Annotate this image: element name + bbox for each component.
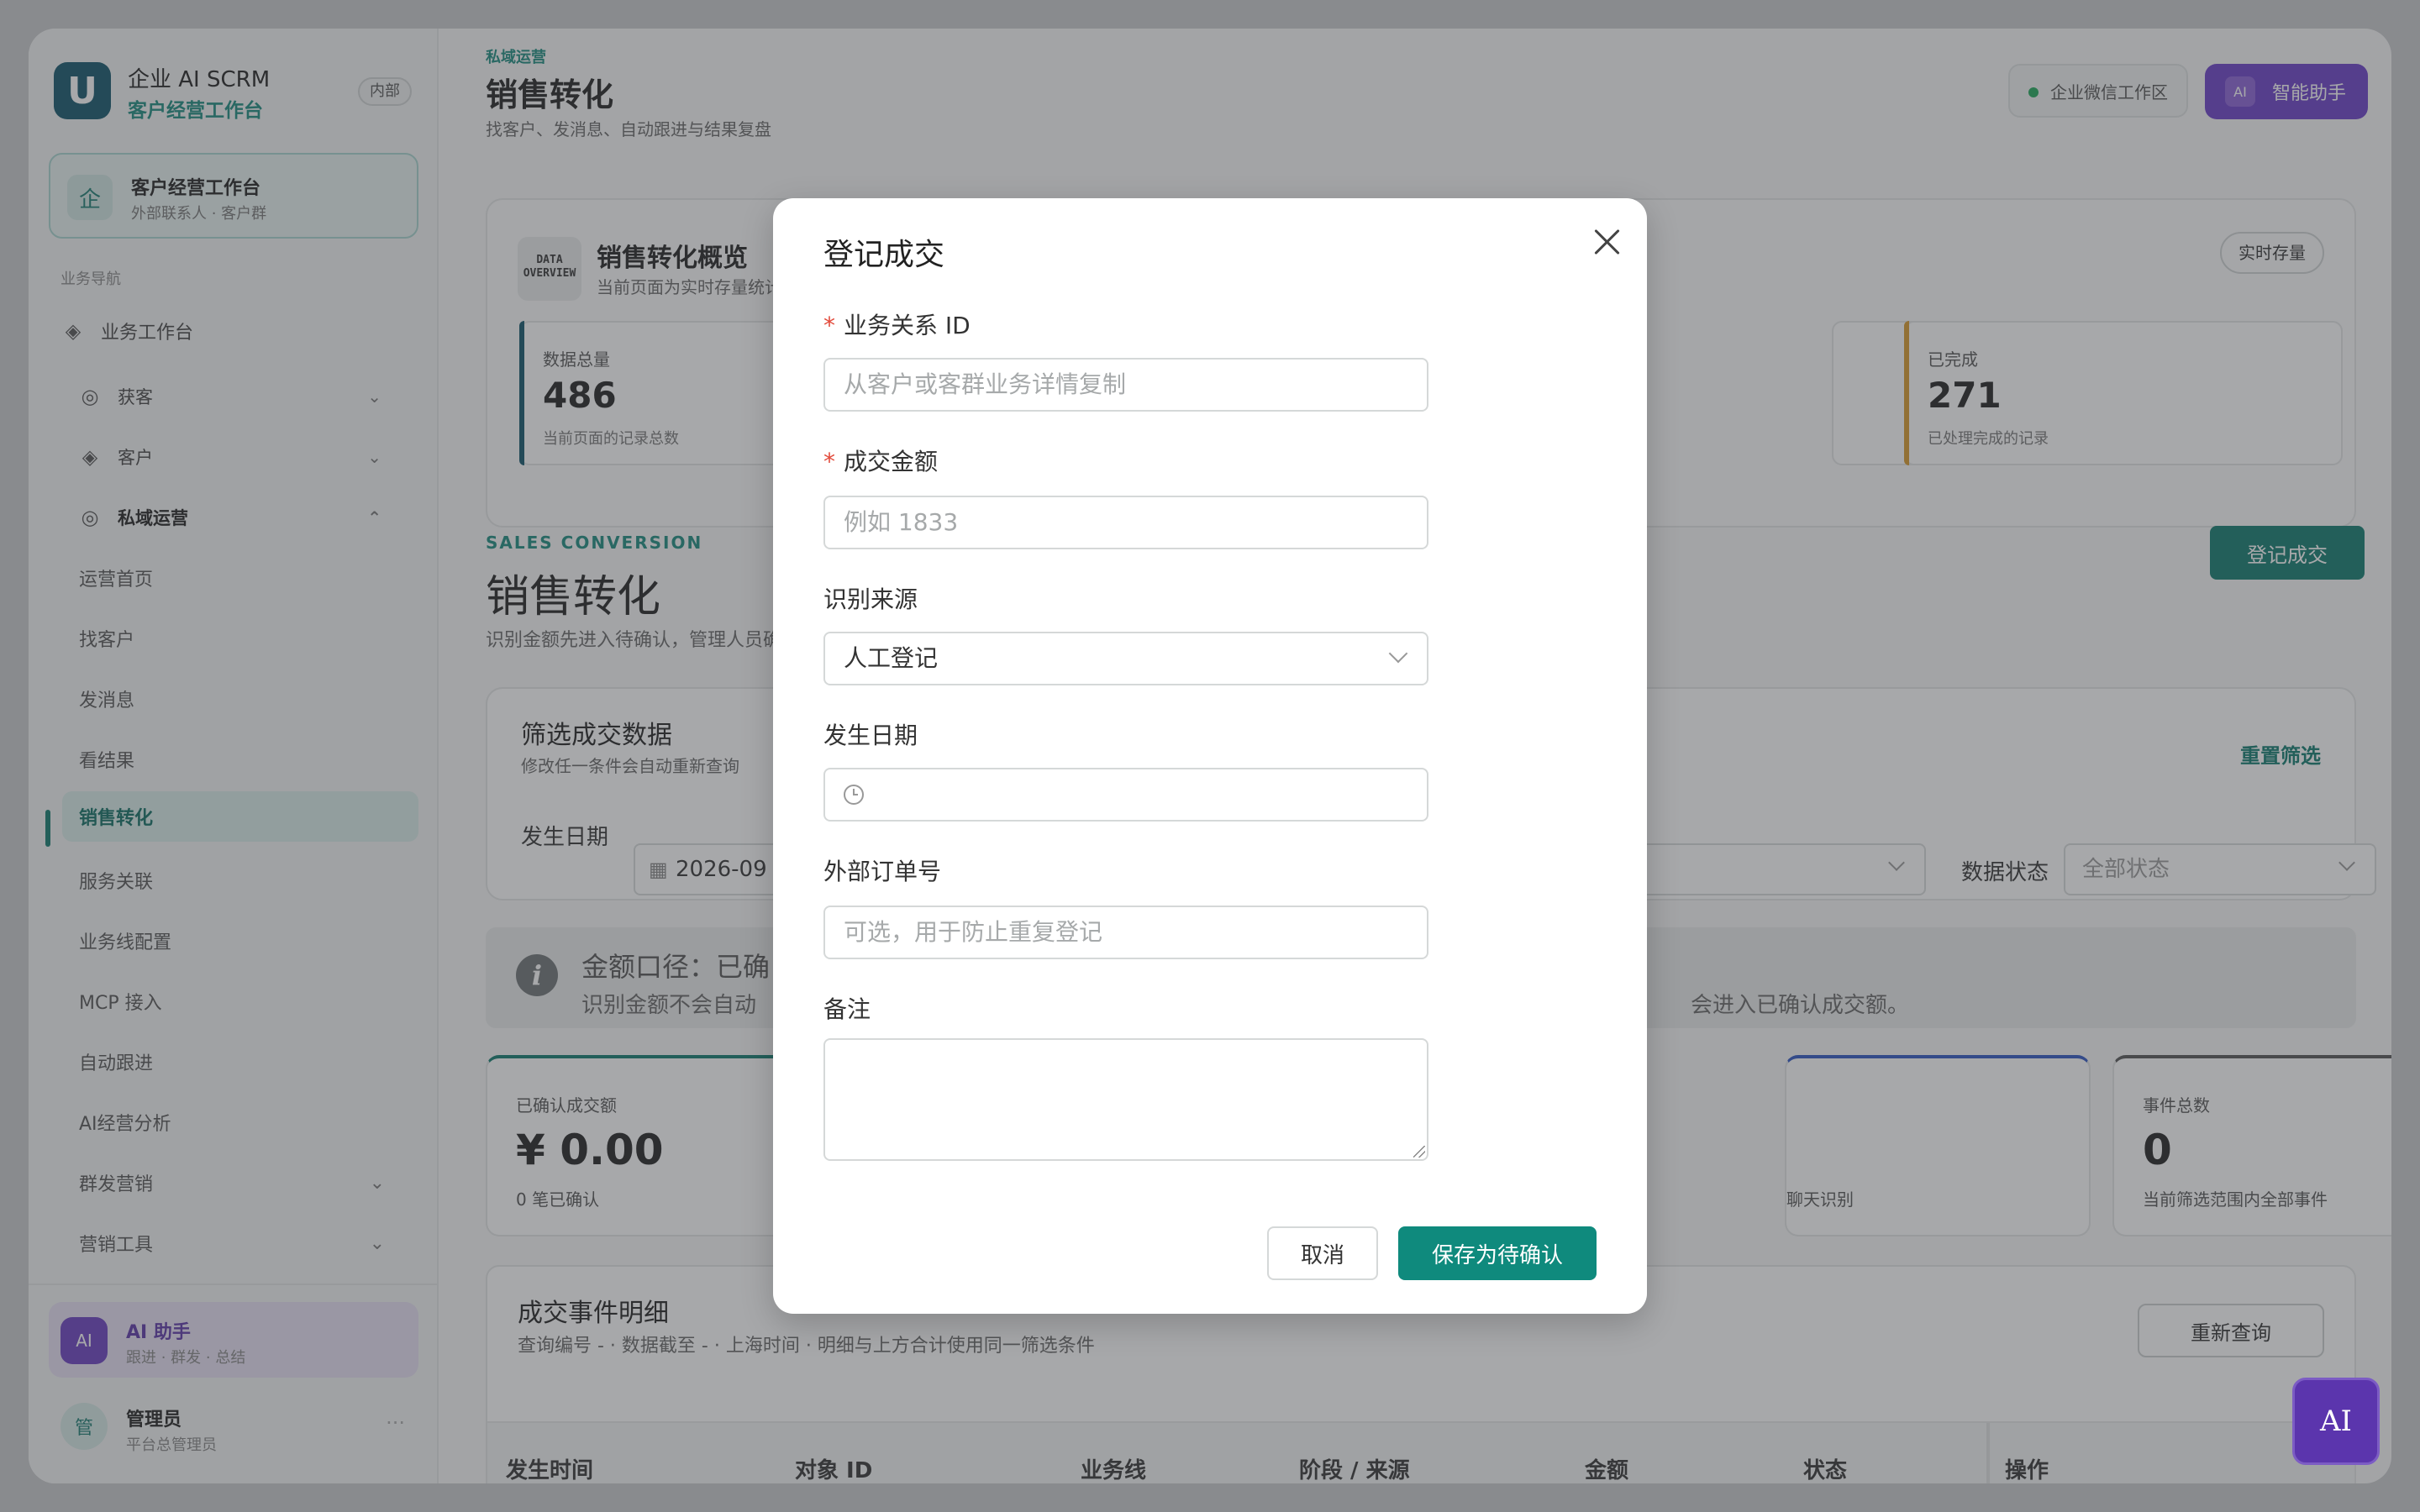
field-label: 业务关系 ID bbox=[844, 312, 971, 339]
date-input[interactable] bbox=[823, 768, 1428, 822]
resize-handle-icon[interactable] bbox=[1413, 1146, 1425, 1158]
order-no-label: 外部订单号 bbox=[823, 858, 942, 885]
amount-label: * 成交金额 bbox=[823, 444, 938, 477]
amount-input[interactable]: 例如 1833 bbox=[823, 496, 1428, 549]
close-icon[interactable] bbox=[1588, 223, 1627, 262]
source-select[interactable]: 人工登记 bbox=[823, 632, 1428, 685]
date-label: 发生日期 bbox=[823, 722, 918, 749]
ai-floating-button[interactable]: AI bbox=[2292, 1378, 2380, 1465]
note-textarea[interactable] bbox=[823, 1038, 1428, 1161]
relation-id-input[interactable]: 从客户或客群业务详情复制 bbox=[823, 358, 1428, 412]
modal-title: 登记成交 bbox=[823, 238, 945, 272]
order-no-input[interactable]: 可选，用于防止重复登记 bbox=[823, 906, 1428, 959]
cancel-button[interactable]: 取消 bbox=[1267, 1226, 1378, 1280]
note-label: 备注 bbox=[823, 995, 871, 1023]
save-pending-button[interactable]: 保存为待确认 bbox=[1398, 1226, 1597, 1280]
required-mark: * bbox=[823, 312, 835, 339]
required-mark: * bbox=[823, 448, 835, 475]
clock-icon bbox=[844, 785, 864, 805]
source-value: 人工登记 bbox=[844, 644, 939, 672]
register-deal-modal: 登记成交 * 业务关系 ID 从客户或客群业务详情复制 * 成交金额 例如 1833… bbox=[773, 198, 1647, 1314]
relation-id-label: * 业务关系 ID bbox=[823, 307, 971, 341]
field-label: 成交金额 bbox=[844, 448, 939, 475]
source-label: 识别来源 bbox=[823, 585, 918, 613]
chevron-down-icon bbox=[1388, 643, 1408, 664]
